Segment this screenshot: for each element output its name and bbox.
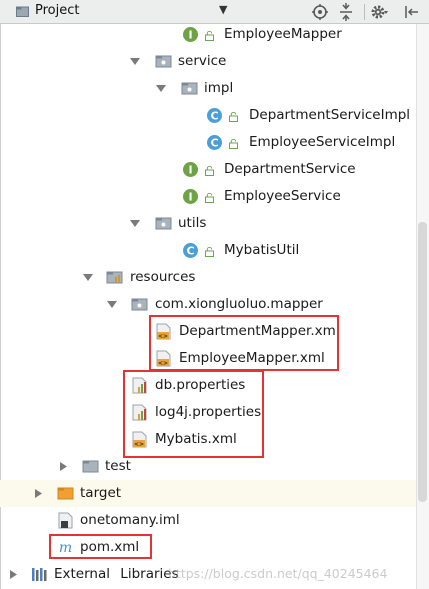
svg-text:I: I (188, 191, 192, 204)
tree-row-employee-service[interactable]: I EmployeeService (0, 183, 429, 210)
package-icon (181, 82, 198, 95)
interface-icon: I (183, 27, 198, 42)
tree-row-label: test (105, 458, 131, 474)
project-tree: I EmployeeMapper service impl C Departme… (0, 24, 429, 589)
tree-row-impl[interactable]: impl (0, 75, 429, 102)
lock-icon (229, 139, 238, 149)
chevron-down-icon[interactable] (156, 84, 166, 93)
chevron-right-icon[interactable] (8, 570, 18, 579)
package-icon (155, 217, 172, 230)
lock-icon (205, 247, 214, 257)
tree-row-label: target (80, 485, 122, 501)
svg-text:C: C (186, 245, 194, 258)
lock-icon (229, 112, 238, 122)
libraries-icon (32, 568, 47, 581)
class-icon: C (207, 108, 222, 123)
tree-row-label: resources (130, 269, 196, 285)
chevron-down-icon[interactable] (130, 219, 140, 228)
view-dropdown-icon[interactable]: ▼ (219, 3, 227, 16)
excluded-folder-icon (57, 487, 74, 500)
lock-icon (205, 166, 214, 176)
tree-row-label: EmployeeServiceImpl (249, 134, 396, 150)
tree-row-resources[interactable]: resources (0, 264, 429, 291)
chevron-down-icon[interactable] (83, 273, 93, 282)
hide-panel-icon[interactable] (403, 3, 421, 21)
svg-text:I: I (188, 164, 192, 177)
tree-row-mybatis-util[interactable]: C MybatisUtil (0, 237, 429, 264)
tree-row-employee-service-impl[interactable]: C EmployeeServiceImpl (0, 129, 429, 156)
chevron-right-icon[interactable] (58, 462, 68, 471)
watermark-text: https://blog.csdn.net/qq_40245464 (168, 566, 388, 581)
collapse-all-icon[interactable] (337, 3, 355, 21)
panel-title[interactable]: Project (35, 3, 79, 18)
tree-row-label: MybatisUtil (224, 242, 300, 258)
lock-icon (205, 31, 214, 41)
interface-icon: I (183, 189, 198, 204)
class-icon: C (183, 243, 198, 258)
tree-row-label: External Libraries (54, 566, 179, 582)
tree-row-label: impl (204, 80, 234, 96)
folder-icon (16, 6, 29, 17)
svg-text:I: I (188, 29, 192, 42)
tree-row-utils[interactable]: utils (0, 210, 429, 237)
class-icon: C (207, 135, 222, 150)
gear-icon[interactable] (370, 3, 388, 21)
tree-row-label: utils (178, 215, 207, 231)
svg-text:C: C (210, 137, 218, 150)
tree-row-label: EmployeeMapper (224, 26, 342, 42)
scrollbar-thumb[interactable] (418, 222, 427, 502)
tree-row-employee-mapper[interactable]: I EmployeeMapper (0, 21, 429, 48)
annotation-box-pom (49, 534, 152, 559)
tree-row-department-service-impl[interactable]: C DepartmentServiceImpl (0, 102, 429, 129)
annotation-box-mapper-xml (149, 315, 339, 371)
chevron-right-icon[interactable] (33, 489, 43, 498)
interface-icon: I (183, 162, 198, 177)
package-icon (155, 55, 172, 68)
tree-row-department-service[interactable]: I DepartmentService (0, 156, 429, 183)
svg-text:C: C (210, 110, 218, 123)
tree-row-label: service (178, 53, 227, 69)
tree-row-label: onetomany.iml (80, 512, 180, 528)
tree-row-label: DepartmentService (224, 161, 356, 177)
resources-folder-icon (106, 271, 123, 284)
target-icon[interactable] (311, 3, 329, 21)
chevron-down-icon[interactable] (130, 57, 140, 66)
tree-row-target[interactable]: target (0, 480, 429, 507)
annotation-box-config-files (123, 370, 264, 458)
tree-row-onetomany-iml[interactable]: onetomany.iml (0, 507, 429, 534)
package-icon (131, 298, 148, 311)
folder-icon (82, 460, 99, 473)
tree-row-label: DepartmentServiceImpl (249, 107, 411, 123)
tree-row-label: com.xiongluoluo.mapper (155, 296, 323, 312)
tree-row-label: EmployeeService (224, 188, 341, 204)
chevron-down-icon[interactable] (107, 300, 117, 309)
tree-row-service[interactable]: service (0, 48, 429, 75)
toolbar-divider (364, 4, 365, 20)
tree-row-mapper-package[interactable]: com.xiongluoluo.mapper (0, 291, 429, 318)
lock-icon (205, 193, 214, 203)
iml-file-icon (58, 512, 73, 529)
